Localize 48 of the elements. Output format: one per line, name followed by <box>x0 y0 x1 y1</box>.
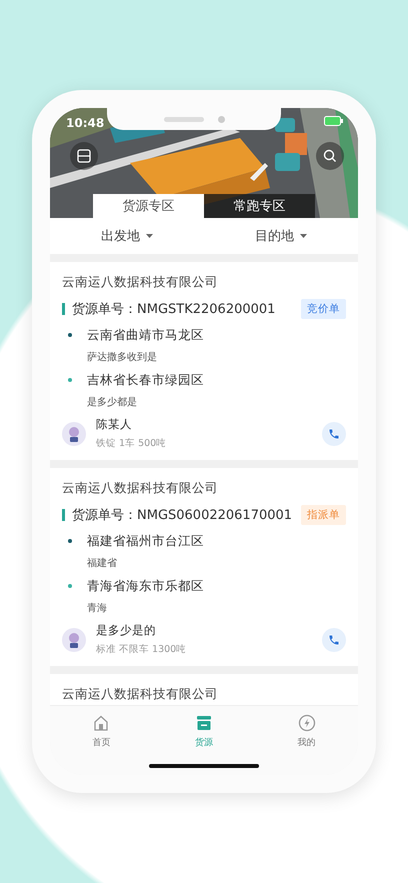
route-place: 福建省福州市台江区 <box>87 533 205 550</box>
order-type-tag: 竞价单 <box>301 299 346 319</box>
contact-name: 是多少是的 <box>96 623 157 638</box>
contact-name: 陈某人 <box>96 417 133 432</box>
call-button[interactable] <box>322 422 346 446</box>
search-button[interactable] <box>316 142 344 170</box>
route-note: 青海 <box>87 602 108 615</box>
nav-tab[interactable]: 我的 <box>276 713 337 750</box>
call-button[interactable] <box>322 628 346 652</box>
filter-dropdown[interactable]: 出发地 <box>95 226 159 246</box>
home-icon <box>92 714 110 732</box>
battery-icon <box>324 116 344 126</box>
caret-icon <box>146 234 153 238</box>
phone-icon <box>328 634 340 646</box>
route-note: 福建省 <box>87 556 118 570</box>
filter-dropdown[interactable]: 目的地 <box>249 226 313 246</box>
cargo-card[interactable]: 云南运八数据科技有限公司 货源单号：NMGSTK2206200001 竞价单 云南省曲靖市马龙区 萨达撒多收到是 吉林省长春市绿园区 是多少都是 陈某人 铁锭 1车 500吨 <box>50 262 358 460</box>
avatar-icon <box>62 628 86 652</box>
cargo-card[interactable]: 云南运八数据科技有限公司 <box>50 674 358 705</box>
cargo-detail: 铁锭 1车 500吨 <box>96 437 168 450</box>
company-name: 云南运八数据科技有限公司 <box>62 274 219 291</box>
search-icon <box>323 149 337 163</box>
order-number: 货源单号：NMGSTK2206200001 <box>72 301 276 318</box>
order-number: 货源单号：NMGS06002206170001 <box>72 507 294 524</box>
phone-icon <box>328 428 340 440</box>
route-place: 吉林省长春市绿园区 <box>87 372 205 389</box>
order-type-tag: 指派单 <box>301 505 346 525</box>
route-dot <box>68 584 72 588</box>
box-icon <box>194 714 213 732</box>
company-name: 云南运八数据科技有限公司 <box>62 480 219 497</box>
route-place: 青海省海东市乐都区 <box>87 578 205 595</box>
caret-icon <box>300 234 307 238</box>
zone-tab[interactable]: 常跑专区 <box>204 194 315 218</box>
cargo-card[interactable]: 云南运八数据科技有限公司 货源单号：NMGS06002206170001 指派单 福建省福州市台江区 福建省 青海省海东市乐都区 青海 是多少是的 标准 不限车 1300吨 <box>50 468 358 666</box>
route-dot <box>68 333 72 337</box>
route-place: 云南省曲靖市马龙区 <box>87 327 205 344</box>
route-note: 萨达撒多收到是 <box>87 350 158 364</box>
status-time: 10:48 <box>66 116 104 130</box>
zone-tab[interactable]: 货源专区 <box>93 194 204 218</box>
cargo-detail: 标准 不限车 1300吨 <box>96 643 188 656</box>
avatar-icon <box>62 422 86 446</box>
route-dot <box>68 378 72 382</box>
scan-icon <box>77 149 91 163</box>
scan-button[interactable] <box>70 142 98 170</box>
company-name: 云南运八数据科技有限公司 <box>62 686 219 703</box>
nav-tab[interactable]: 首页 <box>71 713 132 750</box>
route-note: 是多少都是 <box>87 396 138 409</box>
route-dot <box>68 539 72 543</box>
